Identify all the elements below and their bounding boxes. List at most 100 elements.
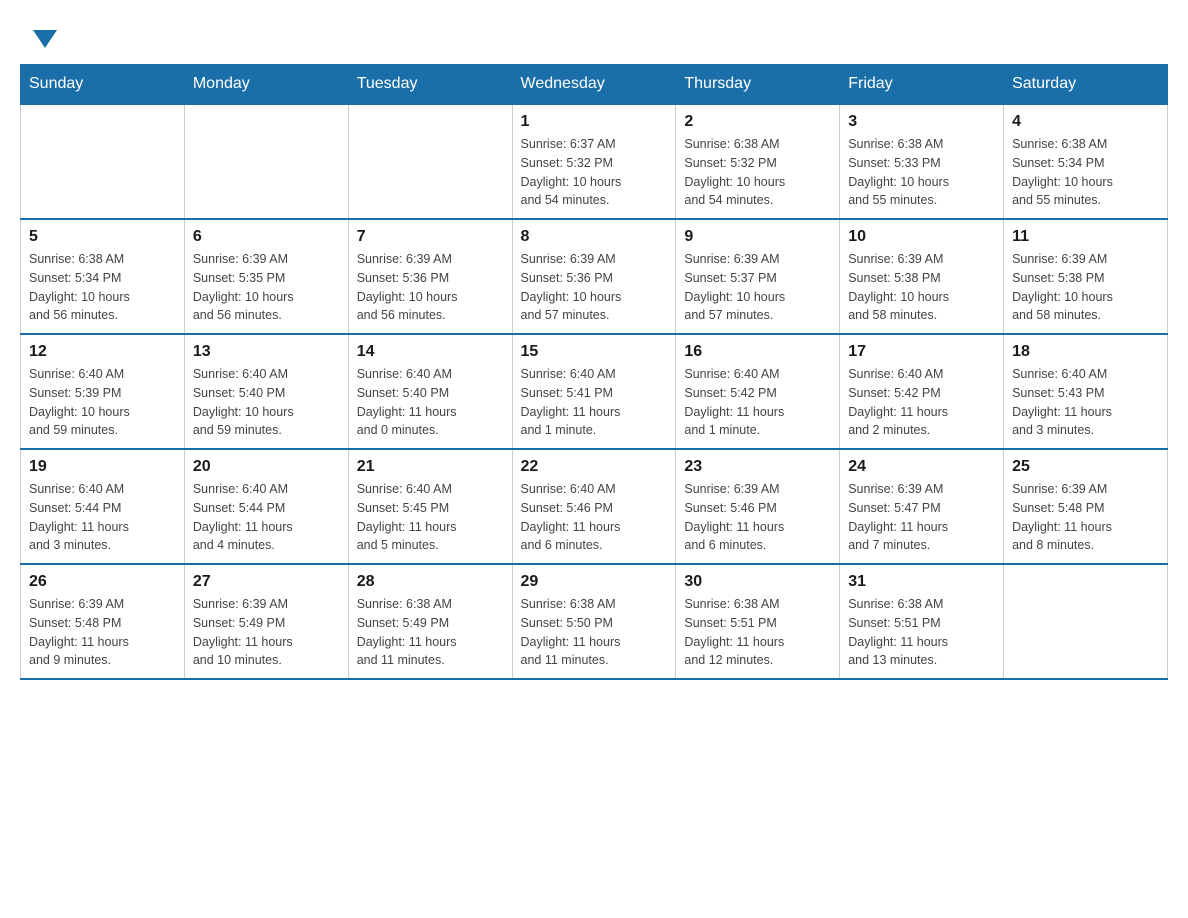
calendar-week-row: 26Sunrise: 6:39 AM Sunset: 5:48 PM Dayli… [21, 564, 1168, 679]
calendar-cell: 7 Sunrise: 6:39 AM Sunset: 5:36 PM Daylig… [348, 219, 512, 334]
day-info: Sunrise: 6:37 AM Sunset: 5:32 PM Dayligh… [521, 135, 668, 210]
day-info: Sunrise: 6:39 AM Sunset: 5:49 PM Dayligh… [193, 595, 340, 670]
day-info: Sunrise: 6:39 AM Sunset: 5:36 PM Dayligh… [521, 250, 668, 325]
day-number: 12 [29, 343, 176, 361]
day-info: Sunrise: 6:40 AM Sunset: 5:41 PM Dayligh… [521, 365, 668, 440]
day-number: 22 [521, 458, 668, 476]
calendar-cell: 18 Sunrise: 6:40 AM Sunset: 5:43 PM Dayli… [1004, 334, 1168, 449]
day-number: 25 [1012, 458, 1159, 476]
calendar-header-tuesday: Tuesday [348, 65, 512, 105]
calendar-cell: 24 Sunrise: 6:39 AM Sunset: 5:47 PM Dayli… [840, 449, 1004, 564]
calendar-header-thursday: Thursday [676, 65, 840, 105]
day-info: Sunrise: 6:39 AM Sunset: 5:35 PM Dayligh… [193, 250, 340, 325]
day-number: 14 [357, 343, 504, 361]
calendar-cell: 13Sunrise: 6:40 AM Sunset: 5:40 PM Dayli… [184, 334, 348, 449]
calendar-cell: 31Sunrise: 6:38 AM Sunset: 5:51 PM Dayli… [840, 564, 1004, 679]
calendar-week-row: 19 Sunrise: 6:40 AM Sunset: 5:44 PM Dayli… [21, 449, 1168, 564]
day-info: Sunrise: 6:39 AM Sunset: 5:38 PM Dayligh… [848, 250, 995, 325]
logo [20, 20, 67, 54]
calendar-cell: 28 Sunrise: 6:38 AM Sunset: 5:49 PM Dayli… [348, 564, 512, 679]
calendar-cell [21, 104, 185, 219]
day-number: 17 [848, 343, 995, 361]
calendar-cell: 26Sunrise: 6:39 AM Sunset: 5:48 PM Dayli… [21, 564, 185, 679]
calendar-cell: 27 Sunrise: 6:39 AM Sunset: 5:49 PM Dayli… [184, 564, 348, 679]
day-number: 24 [848, 458, 995, 476]
calendar-cell: 5Sunrise: 6:38 AM Sunset: 5:34 PM Daylig… [21, 219, 185, 334]
calendar-cell: 4 Sunrise: 6:38 AM Sunset: 5:34 PM Daylig… [1004, 104, 1168, 219]
calendar-cell: 21Sunrise: 6:40 AM Sunset: 5:45 PM Dayli… [348, 449, 512, 564]
day-info: Sunrise: 6:39 AM Sunset: 5:36 PM Dayligh… [357, 250, 504, 325]
logo-triangle-icon [33, 30, 57, 48]
day-number: 26 [29, 573, 176, 591]
calendar-week-row: 12 Sunrise: 6:40 AM Sunset: 5:39 PM Dayli… [21, 334, 1168, 449]
day-info: Sunrise: 6:39 AM Sunset: 5:38 PM Dayligh… [1012, 250, 1159, 325]
day-number: 20 [193, 458, 340, 476]
calendar-header-monday: Monday [184, 65, 348, 105]
day-info: Sunrise: 6:40 AM Sunset: 5:46 PM Dayligh… [521, 480, 668, 555]
day-info: Sunrise: 6:39 AM Sunset: 5:37 PM Dayligh… [684, 250, 831, 325]
title-section [1148, 20, 1168, 44]
calendar-cell [184, 104, 348, 219]
day-info: Sunrise: 6:40 AM Sunset: 5:43 PM Dayligh… [1012, 365, 1159, 440]
day-number: 18 [1012, 343, 1159, 361]
day-info: Sunrise: 6:38 AM Sunset: 5:51 PM Dayligh… [848, 595, 995, 670]
day-info: Sunrise: 6:38 AM Sunset: 5:34 PM Dayligh… [1012, 135, 1159, 210]
calendar-header-row: SundayMondayTuesdayWednesdayThursdayFrid… [21, 65, 1168, 105]
calendar-week-row: 5Sunrise: 6:38 AM Sunset: 5:34 PM Daylig… [21, 219, 1168, 334]
day-info: Sunrise: 6:39 AM Sunset: 5:47 PM Dayligh… [848, 480, 995, 555]
day-number: 7 [357, 228, 504, 246]
day-info: Sunrise: 6:38 AM Sunset: 5:50 PM Dayligh… [521, 595, 668, 670]
day-info: Sunrise: 6:40 AM Sunset: 5:39 PM Dayligh… [29, 365, 176, 440]
calendar-cell: 3 Sunrise: 6:38 AM Sunset: 5:33 PM Daylig… [840, 104, 1004, 219]
calendar-cell [348, 104, 512, 219]
day-number: 30 [684, 573, 831, 591]
calendar-cell: 19 Sunrise: 6:40 AM Sunset: 5:44 PM Dayli… [21, 449, 185, 564]
day-number: 29 [521, 573, 668, 591]
day-info: Sunrise: 6:40 AM Sunset: 5:44 PM Dayligh… [29, 480, 176, 555]
calendar-header-saturday: Saturday [1004, 65, 1168, 105]
calendar-cell: 12 Sunrise: 6:40 AM Sunset: 5:39 PM Dayli… [21, 334, 185, 449]
day-info: Sunrise: 6:40 AM Sunset: 5:42 PM Dayligh… [684, 365, 831, 440]
day-info: Sunrise: 6:39 AM Sunset: 5:48 PM Dayligh… [1012, 480, 1159, 555]
day-number: 8 [521, 228, 668, 246]
day-number: 2 [684, 113, 831, 131]
calendar-table: SundayMondayTuesdayWednesdayThursdayFrid… [20, 64, 1168, 680]
day-info: Sunrise: 6:40 AM Sunset: 5:40 PM Dayligh… [357, 365, 504, 440]
calendar-week-row: 1Sunrise: 6:37 AM Sunset: 5:32 PM Daylig… [21, 104, 1168, 219]
calendar-cell: 16 Sunrise: 6:40 AM Sunset: 5:42 PM Dayli… [676, 334, 840, 449]
calendar-cell: 22 Sunrise: 6:40 AM Sunset: 5:46 PM Dayli… [512, 449, 676, 564]
calendar-cell: 29 Sunrise: 6:38 AM Sunset: 5:50 PM Dayli… [512, 564, 676, 679]
page-header [20, 20, 1168, 54]
calendar-cell: 8 Sunrise: 6:39 AM Sunset: 5:36 PM Daylig… [512, 219, 676, 334]
calendar-cell: 14 Sunrise: 6:40 AM Sunset: 5:40 PM Dayli… [348, 334, 512, 449]
day-info: Sunrise: 6:40 AM Sunset: 5:44 PM Dayligh… [193, 480, 340, 555]
calendar-cell: 2 Sunrise: 6:38 AM Sunset: 5:32 PM Daylig… [676, 104, 840, 219]
calendar-cell: 9 Sunrise: 6:39 AM Sunset: 5:37 PM Daylig… [676, 219, 840, 334]
calendar-cell: 11Sunrise: 6:39 AM Sunset: 5:38 PM Dayli… [1004, 219, 1168, 334]
day-info: Sunrise: 6:38 AM Sunset: 5:34 PM Dayligh… [29, 250, 176, 325]
calendar-cell: 10 Sunrise: 6:39 AM Sunset: 5:38 PM Dayli… [840, 219, 1004, 334]
day-number: 27 [193, 573, 340, 591]
day-info: Sunrise: 6:38 AM Sunset: 5:32 PM Dayligh… [684, 135, 831, 210]
day-info: Sunrise: 6:38 AM Sunset: 5:33 PM Dayligh… [848, 135, 995, 210]
day-number: 19 [29, 458, 176, 476]
day-info: Sunrise: 6:38 AM Sunset: 5:51 PM Dayligh… [684, 595, 831, 670]
day-number: 15 [521, 343, 668, 361]
day-number: 4 [1012, 113, 1159, 131]
calendar-cell: 30 Sunrise: 6:38 AM Sunset: 5:51 PM Dayli… [676, 564, 840, 679]
day-number: 6 [193, 228, 340, 246]
day-number: 10 [848, 228, 995, 246]
day-info: Sunrise: 6:40 AM Sunset: 5:42 PM Dayligh… [848, 365, 995, 440]
day-number: 23 [684, 458, 831, 476]
calendar-cell: 17 Sunrise: 6:40 AM Sunset: 5:42 PM Dayli… [840, 334, 1004, 449]
calendar-cell: 1Sunrise: 6:37 AM Sunset: 5:32 PM Daylig… [512, 104, 676, 219]
day-info: Sunrise: 6:40 AM Sunset: 5:45 PM Dayligh… [357, 480, 504, 555]
day-info: Sunrise: 6:38 AM Sunset: 5:49 PM Dayligh… [357, 595, 504, 670]
calendar-cell: 25 Sunrise: 6:39 AM Sunset: 5:48 PM Dayli… [1004, 449, 1168, 564]
day-number: 28 [357, 573, 504, 591]
calendar-cell: 23Sunrise: 6:39 AM Sunset: 5:46 PM Dayli… [676, 449, 840, 564]
day-number: 3 [848, 113, 995, 131]
calendar-cell: 20 Sunrise: 6:40 AM Sunset: 5:44 PM Dayli… [184, 449, 348, 564]
day-number: 16 [684, 343, 831, 361]
day-number: 9 [684, 228, 831, 246]
